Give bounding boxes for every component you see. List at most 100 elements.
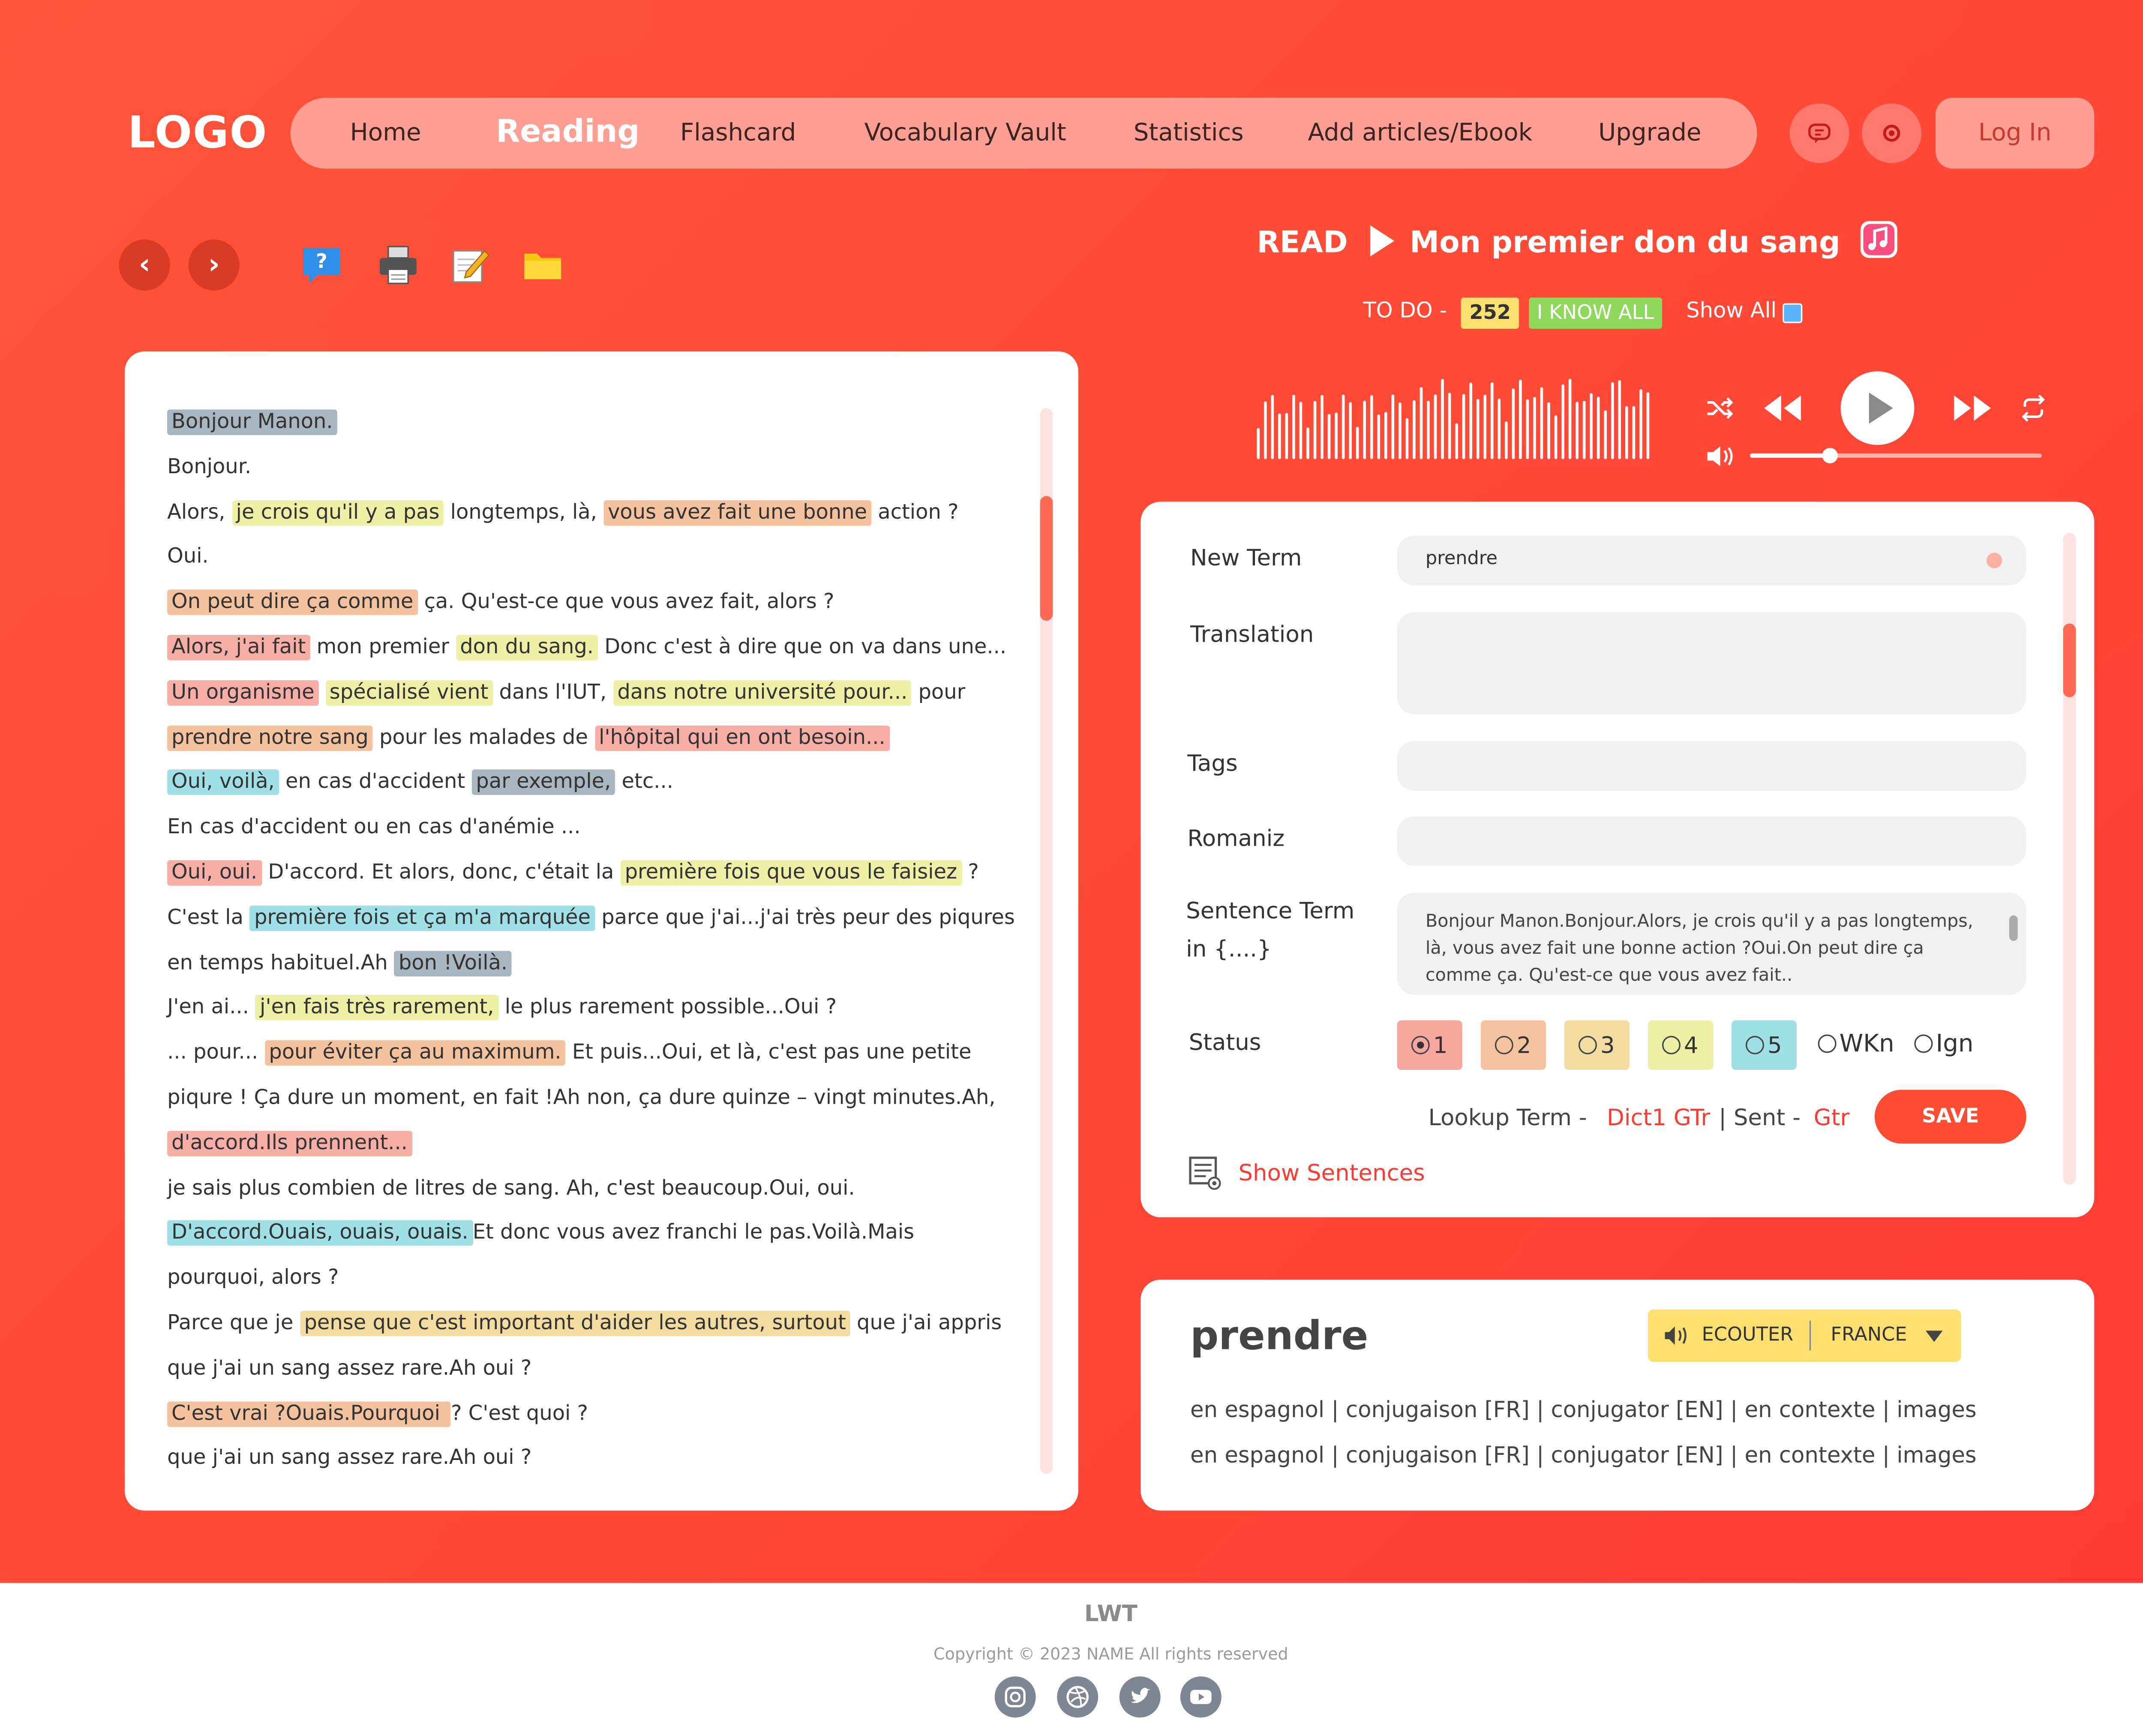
help-icon[interactable]: ? <box>300 244 343 286</box>
show-sentences-link[interactable]: Show Sentences <box>1238 1159 1425 1186</box>
text-segment: Oui. <box>167 546 209 569</box>
romaniz-input[interactable] <box>1397 816 2026 866</box>
highlighted-term[interactable]: prendre notre sang <box>167 725 373 751</box>
audio-language-selector[interactable]: ECOUTER FRANCE <box>1648 1309 1961 1362</box>
form-scrollbar[interactable] <box>2063 533 2076 1185</box>
tags-input[interactable] <box>1397 741 2026 791</box>
status-radio-wkn[interactable] <box>1818 1033 1837 1052</box>
highlighted-term[interactable]: Oui, voilà, <box>167 770 279 796</box>
highlighted-term[interactable]: On peut dire ça comme <box>167 589 418 616</box>
status-radio-ign[interactable] <box>1915 1033 1933 1052</box>
i-know-all-button[interactable]: I KNOW ALL <box>1529 297 1662 329</box>
show-all-label[interactable]: Show All <box>1686 297 1777 323</box>
status-option-5[interactable]: 5 <box>1731 1020 1797 1070</box>
sentences-list-icon[interactable] <box>1187 1155 1224 1192</box>
lookup-dict-links[interactable]: Dict1 GTr <box>1607 1104 1710 1131</box>
printer-icon[interactable] <box>377 244 419 286</box>
nav-vocabulary-vault[interactable]: Vocabulary Vault <box>864 98 1066 168</box>
instagram-icon[interactable] <box>994 1676 1036 1718</box>
sentence-scroll-handle[interactable] <box>2009 915 2018 941</box>
highlighted-term[interactable]: première fois que vous le faisiez <box>620 860 962 886</box>
highlighted-term[interactable]: C'est vrai ?Ouais.Pourquoi <box>167 1401 451 1427</box>
audio-waveform <box>1257 378 1650 460</box>
rewind-icon[interactable] <box>1761 393 1804 424</box>
fast-forward-icon[interactable] <box>1951 393 1993 424</box>
highlighted-term[interactable]: pour éviter ça au maximum. <box>264 1040 566 1066</box>
status-radio-4[interactable] <box>1663 1036 1681 1054</box>
highlighted-term[interactable]: Oui, oui. <box>167 860 262 886</box>
highlighted-term[interactable]: par exemple, <box>471 770 615 796</box>
settings-button[interactable] <box>1862 103 1921 163</box>
volume-icon[interactable] <box>1705 444 1736 469</box>
shuffle-icon[interactable] <box>1705 394 1733 422</box>
highlighted-term[interactable]: pense que c'est important d'aider les au… <box>300 1311 850 1337</box>
status-option-wkn-label: WKn <box>1839 1030 1894 1059</box>
chat-button[interactable] <box>1789 103 1849 163</box>
sentence-input[interactable]: Bonjour Manon.Bonjour.Alors, je crois qu… <box>1397 892 2026 995</box>
chevron-down-icon[interactable] <box>1925 1331 1943 1342</box>
waveform-bar <box>1306 427 1309 460</box>
edit-icon[interactable] <box>449 244 492 286</box>
nav-upgrade[interactable]: Upgrade <box>1598 98 1701 168</box>
folder-icon[interactable] <box>522 244 564 286</box>
form-scroll-thumb[interactable] <box>2063 623 2076 697</box>
highlighted-term[interactable]: don du sang. <box>456 635 598 661</box>
twitter-icon[interactable] <box>1119 1676 1161 1718</box>
todo-label: TO DO - <box>1363 297 1447 323</box>
show-all-checkbox[interactable] <box>1782 303 1803 323</box>
ecouter-button[interactable]: ECOUTER <box>1702 1324 1794 1346</box>
reader-scroll-thumb[interactable] <box>1040 496 1053 621</box>
reader-scrollbar[interactable] <box>1040 408 1053 1474</box>
status-option-ign-label: Ign <box>1936 1030 1974 1059</box>
dictionary-links-1[interactable]: en espagnol | conjugaison [FR] | conjuga… <box>1190 1397 1977 1423</box>
nav-statistics[interactable]: Statistics <box>1134 98 1244 168</box>
nav-add-articles[interactable]: Add articles/Ebook <box>1308 98 1532 168</box>
nav-reading[interactable]: Reading <box>496 98 639 168</box>
highlighted-term[interactable]: vous avez fait une bonne <box>603 499 872 526</box>
nav-flashcard[interactable]: Flashcard <box>680 98 796 168</box>
status-option-ign[interactable]: Ign <box>1907 1020 1981 1070</box>
status-option-1[interactable]: 1 <box>1397 1020 1462 1070</box>
highlighted-term[interactable]: Alors, j'ai fait <box>167 635 310 661</box>
sent-gtr-link[interactable]: Gtr <box>1814 1104 1849 1131</box>
volume-slider[interactable] <box>1750 448 2042 464</box>
status-option-4[interactable]: 4 <box>1648 1020 1713 1070</box>
dribbble-icon[interactable] <box>1057 1676 1099 1718</box>
highlighted-term[interactable]: spécialisé vient <box>325 680 493 706</box>
highlighted-term[interactable]: j'en fais très rarement, <box>255 995 498 1021</box>
highlighted-term[interactable]: bon !Voilà. <box>394 950 512 976</box>
waveform-bar <box>1384 411 1387 460</box>
status-radio-2[interactable] <box>1495 1036 1514 1054</box>
new-term-input[interactable]: prendre <box>1397 535 2026 586</box>
youtube-icon[interactable] <box>1180 1676 1222 1718</box>
nav-home[interactable]: Home <box>350 98 421 168</box>
status-radio-5[interactable] <box>1746 1036 1765 1054</box>
highlighted-term[interactable]: d'accord.Ils prennent... <box>167 1130 412 1156</box>
prev-arrow-icon[interactable]: ‹ <box>119 239 170 291</box>
translation-input[interactable] <box>1397 612 2026 715</box>
highlighted-term[interactable]: Bonjour Manon. <box>167 409 337 435</box>
login-button[interactable]: Log In <box>1935 98 2095 169</box>
highlighted-term[interactable]: première fois et ça m'a marquée <box>250 905 595 931</box>
status-radio-1[interactable] <box>1412 1036 1431 1054</box>
status-option-wkn[interactable]: WKn <box>1811 1020 1902 1070</box>
highlighted-term[interactable]: D'accord.Ouais, ouais, ouais. <box>167 1220 473 1246</box>
highlighted-term[interactable]: l'hôpital qui en ont besoin... <box>594 725 890 751</box>
highlighted-term[interactable]: dans notre université pour... <box>613 680 912 706</box>
language-value[interactable]: FRANCE <box>1831 1324 1907 1346</box>
status-option-3[interactable]: 3 <box>1564 1020 1630 1070</box>
status-option-2[interactable]: 2 <box>1480 1020 1546 1070</box>
waveform-bar <box>1377 414 1381 460</box>
next-arrow-icon[interactable]: › <box>188 239 240 291</box>
highlighted-term[interactable]: Un organisme <box>167 680 319 706</box>
volume-fill <box>1750 453 1829 458</box>
dictionary-links-2[interactable]: en espagnol | conjugaison [FR] | conjuga… <box>1190 1443 1977 1469</box>
highlighted-term[interactable]: je crois qu'il y a pas <box>231 499 444 526</box>
repeat-icon[interactable] <box>2019 394 2047 422</box>
play-button[interactable] <box>1840 371 1915 445</box>
save-button[interactable]: SAVE <box>1874 1090 2026 1144</box>
text-segment: D'accord. Et alors, donc, c'était la <box>261 862 621 884</box>
copyright: Copyright © 2023 NAME All rights reserve… <box>933 1643 1288 1664</box>
status-radio-3[interactable] <box>1579 1036 1598 1054</box>
waveform-bar <box>1327 414 1331 460</box>
